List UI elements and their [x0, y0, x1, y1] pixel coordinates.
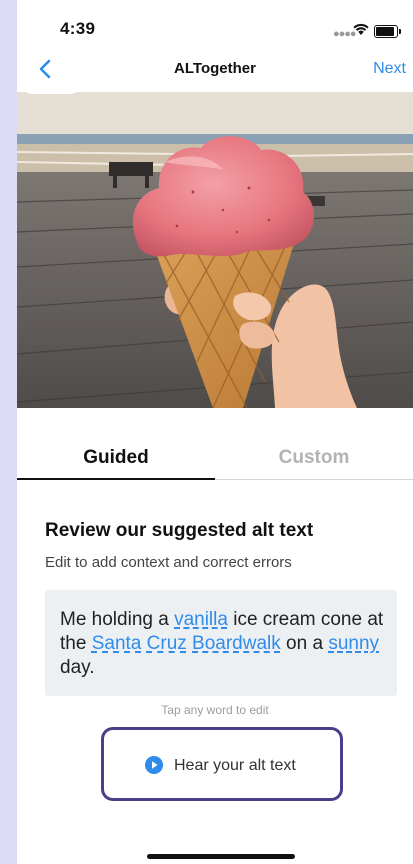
hear-alt-text-label: Hear your alt text	[174, 757, 296, 774]
edit-hint: Tap any word to edit	[161, 703, 269, 717]
alt-text-segment: on a	[280, 633, 329, 654]
alt-text-segment: day.	[60, 657, 95, 678]
status-time: 4:39	[60, 19, 96, 38]
nav-title: ALTogether	[174, 60, 256, 77]
battery-icon	[374, 25, 401, 38]
play-circle-icon	[145, 756, 163, 774]
photo-image	[17, 92, 413, 408]
review-heading: Review our suggested alt text	[45, 520, 314, 541]
wifi-icon	[353, 23, 369, 35]
alt-text-card: Me holding a vanilla ice cream cone at t…	[45, 590, 397, 696]
review-subheading: Edit to add context and correct errors	[45, 554, 292, 571]
mode-tabs: Guided Custom	[17, 436, 413, 482]
phone-screen: 4:39 ●●●● ALTogether Next Guided Custom …	[17, 0, 413, 864]
next-button[interactable]: Next	[373, 60, 406, 78]
editable-word-boardwalk[interactable]: Boardwalk	[192, 633, 281, 654]
editable-word-cruz[interactable]: Cruz	[147, 633, 187, 654]
photo-overlay-tab	[22, 80, 80, 94]
editable-word-vanilla[interactable]: vanilla	[174, 609, 228, 630]
hear-alt-text-button[interactable]: Hear your alt text	[101, 727, 343, 801]
ice-cream-photo	[17, 92, 413, 408]
tab-custom[interactable]: Custom	[215, 436, 413, 480]
alt-text-segment: Me holding a	[60, 609, 175, 630]
tab-guided[interactable]: Guided	[17, 436, 215, 480]
alt-text: Me holding a vanilla ice cream cone at t…	[60, 608, 390, 680]
home-indicator[interactable]	[147, 854, 295, 859]
status-bar: 4:39 ●●●●	[17, 0, 413, 56]
editable-word-santa[interactable]: Santa	[92, 633, 142, 654]
editable-word-sunny[interactable]: sunny	[328, 633, 379, 654]
